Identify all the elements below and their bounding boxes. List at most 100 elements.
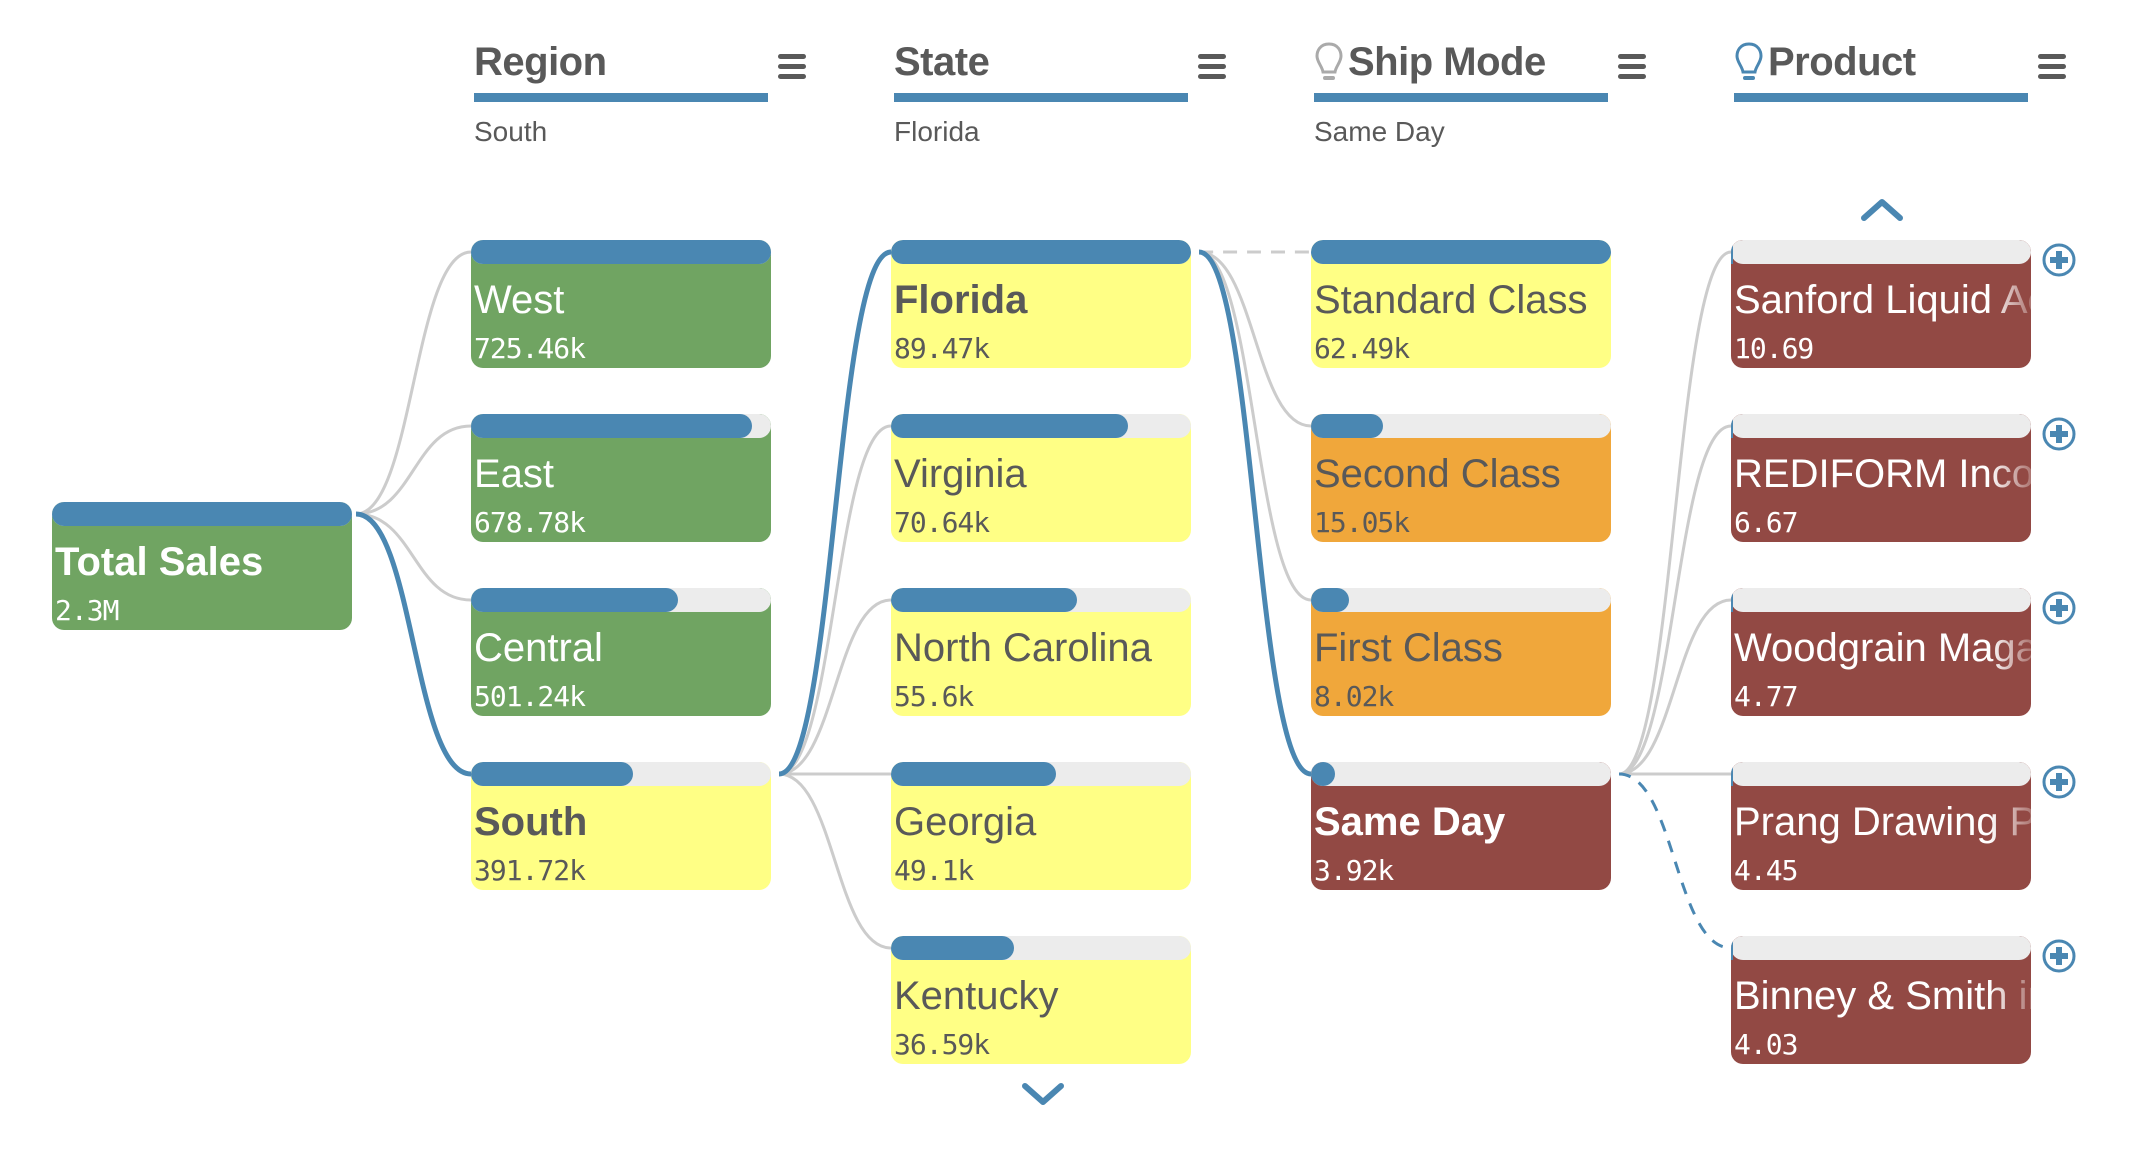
column-title[interactable]: Product xyxy=(1734,40,1916,85)
node-bar-track xyxy=(471,240,771,264)
node-value: 36.59k xyxy=(894,1028,990,1061)
node-value: 4.45 xyxy=(1734,854,1798,887)
hamburger-menu-icon[interactable] xyxy=(778,54,806,80)
link-selected xyxy=(778,249,892,777)
lightbulb-icon xyxy=(1315,41,1343,80)
link xyxy=(1618,250,1732,776)
node-bar-track xyxy=(471,414,771,438)
node-product[interactable]: Binney & Smith inkTank 4.03 xyxy=(1731,936,2031,1064)
node-label: Woodgrain Magazine xyxy=(1734,626,2031,670)
node-value: 62.49k xyxy=(1314,332,1410,365)
node-value: 49.1k xyxy=(894,854,974,887)
node-bar-track xyxy=(1731,414,2031,438)
column-header-state: State Florida xyxy=(891,36,1226,147)
node-bar-fill xyxy=(1311,414,1383,438)
node-state[interactable]: Kentucky 36.59k xyxy=(891,936,1191,1064)
node-label: Same Day xyxy=(1314,800,1506,844)
plus-circle-icon[interactable] xyxy=(2042,417,2076,451)
node-bar-track xyxy=(52,502,352,526)
link xyxy=(778,424,892,776)
chevron-up-icon[interactable] xyxy=(1860,196,1904,222)
node-bar-fill xyxy=(1311,588,1349,612)
node-label: Binney & Smith inkTank xyxy=(1734,974,2031,1018)
node-bar-track xyxy=(1311,762,1611,786)
column-title[interactable]: State xyxy=(894,40,990,85)
node-bar-fill xyxy=(891,588,1077,612)
node-value: 10.69 xyxy=(1734,332,1814,365)
column-underline xyxy=(474,93,768,102)
hamburger-menu-icon[interactable] xyxy=(1618,54,1646,80)
node-bar-fill xyxy=(52,502,352,526)
node-bar-track xyxy=(1731,762,2031,786)
node-bar-fill xyxy=(891,414,1128,438)
node-state[interactable]: Virginia 70.64k xyxy=(891,414,1191,542)
node-shipmode[interactable]: Same Day 3.92k xyxy=(1311,762,1611,890)
lightbulb-icon xyxy=(1735,41,1763,80)
node-bar-track xyxy=(471,762,771,786)
node-region[interactable]: East 678.78k xyxy=(471,414,771,542)
node-label: Prang Drawing Pencil xyxy=(1734,800,2031,844)
link xyxy=(1198,250,1312,428)
node-region[interactable]: South 391.72k xyxy=(471,762,771,890)
link xyxy=(1618,424,1732,776)
plus-circle-icon[interactable] xyxy=(2042,765,2076,799)
node-product[interactable]: Woodgrain Magazine 4.77 xyxy=(1731,588,2031,716)
node-bar-track xyxy=(1311,240,1611,264)
node-product[interactable]: Sanford Liquid Accent 10.69 xyxy=(1731,240,2031,368)
node-label: Standard Class xyxy=(1314,278,1588,322)
chevron-down-icon[interactable] xyxy=(1021,1080,1065,1108)
column-underline xyxy=(1734,93,2028,102)
node-region[interactable]: Central 501.24k xyxy=(471,588,771,716)
node-bar-track xyxy=(891,588,1191,612)
node-product[interactable]: Prang Drawing Pencil 4.45 xyxy=(1731,762,2031,890)
node-bar-track xyxy=(891,936,1191,960)
node-value: 70.64k xyxy=(894,506,990,539)
link-selected xyxy=(355,511,472,777)
node-bar-fill xyxy=(471,414,752,438)
link xyxy=(778,598,892,776)
node-label: East xyxy=(474,452,555,496)
node-label: Total Sales xyxy=(55,540,264,584)
plus-circle-icon[interactable] xyxy=(2042,591,2076,625)
column-header-shipmode: Ship Mode Same Day xyxy=(1311,36,1646,147)
node-value: 4.77 xyxy=(1734,680,1798,713)
node-value: 8.02k xyxy=(1314,680,1394,713)
node-bar-fill xyxy=(1731,588,1733,612)
node-bar-fill xyxy=(1731,762,1733,786)
node-bar-track xyxy=(891,414,1191,438)
node-label: First Class xyxy=(1314,626,1503,670)
node-total-sales[interactable]: Total Sales 2.3M xyxy=(52,502,352,630)
link xyxy=(1198,250,1312,602)
node-state[interactable]: Georgia 49.1k xyxy=(891,762,1191,890)
node-value: 89.47k xyxy=(894,332,990,365)
node-value: 501.24k xyxy=(474,680,586,713)
node-shipmode[interactable]: Standard Class 62.49k xyxy=(1311,240,1611,368)
node-label: North Carolina xyxy=(894,626,1152,670)
node-bar-track xyxy=(891,240,1191,264)
plus-circle-icon[interactable] xyxy=(2042,939,2076,973)
hamburger-menu-icon[interactable] xyxy=(1198,54,1226,80)
node-label: Florida xyxy=(894,278,1028,322)
link-selected xyxy=(1198,249,1312,777)
node-shipmode[interactable]: First Class 8.02k xyxy=(1311,588,1611,716)
node-region[interactable]: West 725.46k xyxy=(471,240,771,368)
column-underline xyxy=(894,93,1188,102)
node-product[interactable]: REDIFORM Incoming 6.67 xyxy=(1731,414,2031,542)
link-dashed xyxy=(1618,772,1732,950)
node-bar-track xyxy=(1311,588,1611,612)
node-value: 391.72k xyxy=(474,854,586,887)
node-bar-fill xyxy=(891,936,1014,960)
node-label: Kentucky xyxy=(894,974,1059,1018)
link xyxy=(1618,598,1732,776)
plus-circle-icon[interactable] xyxy=(2042,243,2076,277)
node-label: REDIFORM Incoming xyxy=(1734,452,2031,496)
node-label: South xyxy=(474,800,588,844)
node-state[interactable]: North Carolina 55.6k xyxy=(891,588,1191,716)
node-bar-fill xyxy=(1731,414,1733,438)
column-title[interactable]: Region xyxy=(474,40,607,85)
hamburger-menu-icon[interactable] xyxy=(2038,54,2066,80)
node-shipmode[interactable]: Second Class 15.05k xyxy=(1311,414,1611,542)
node-state[interactable]: Florida 89.47k xyxy=(891,240,1191,368)
column-title[interactable]: Ship Mode xyxy=(1314,40,1546,85)
column-selected-value: Florida xyxy=(894,116,980,147)
